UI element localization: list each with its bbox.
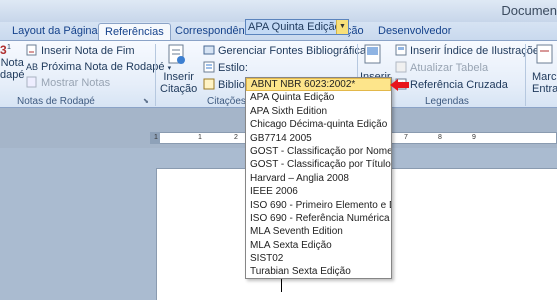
show-notes-label: Mostrar Notas <box>41 77 111 89</box>
update-table-label: Atualizar Tabela <box>410 62 489 74</box>
footnote-icon: 3 1 <box>0 43 11 57</box>
ruler-number: 1 <box>198 134 202 141</box>
ruler-number: 7 <box>404 134 408 141</box>
style-select[interactable]: APA Quinta Edição ▼ <box>245 19 349 35</box>
ruler-number: 1 <box>154 134 158 141</box>
insert-citation-line1: Inserir <box>163 71 194 83</box>
manage-sources-icon <box>203 45 215 55</box>
bibliography-icon <box>203 78 215 90</box>
bibliography-button[interactable]: Bibliog <box>203 77 251 93</box>
dialog-launcher-icon[interactable]: ⬊ <box>143 97 149 105</box>
mark-entry-icon <box>536 44 553 64</box>
style-label: Estilo: <box>218 62 248 74</box>
group-separator <box>155 44 156 106</box>
mark-entry-line2: Entrad <box>532 83 557 95</box>
style-option-mla-7[interactable]: MLA Seventh Edition <box>246 225 391 238</box>
insert-citation-line2: Citação <box>160 83 198 95</box>
svg-text:1: 1 <box>7 44 11 51</box>
cross-reference-label: Referência Cruzada <box>410 79 508 91</box>
chevron-down-icon[interactable]: ▼ <box>336 20 348 34</box>
style-option-chicago[interactable]: Chicago Décima-quinta Edição <box>246 118 391 131</box>
svg-text:AB: AB <box>26 62 38 72</box>
style-option-mla-6[interactable]: MLA Sexta Edição <box>246 239 391 252</box>
style-option-sist02[interactable]: SIST02 <box>246 252 391 265</box>
insert-table-of-figures-button[interactable]: Inserir Índice de Ilustrações <box>395 43 545 59</box>
style-option-iso690-numeric[interactable]: ISO 690 - Referência Numérica <box>246 212 391 225</box>
mark-entry-button[interactable]: Marca Entrad <box>532 44 557 95</box>
next-footnote-button[interactable]: AB Próxima Nota de Rodapé ▾ <box>26 59 171 75</box>
mark-entry-line1: Marca <box>532 71 557 83</box>
table-of-figures-icon <box>395 44 407 56</box>
insert-footnote-button[interactable]: 3 1 Nota dapé <box>0 43 25 81</box>
show-notes-icon <box>26 76 37 88</box>
style-option-turabian[interactable]: Turabian Sexta Edição <box>246 265 391 278</box>
ruler-number: 8 <box>438 134 442 141</box>
cross-reference-button[interactable]: Referência Cruzada <box>395 77 508 93</box>
update-table-button[interactable]: Atualizar Tabela <box>395 60 488 76</box>
document-title: Documen <box>501 3 557 18</box>
insert-endnote-label: Inserir Nota de Fim <box>41 45 135 57</box>
manage-sources-label: Gerenciar Fontes Bibliográficas <box>218 45 372 57</box>
next-footnote-icon: AB <box>26 62 38 72</box>
citation-icon <box>168 44 185 64</box>
tab-layout[interactable]: Layout da Página <box>12 23 98 40</box>
svg-text:3: 3 <box>0 43 7 57</box>
manage-sources-button[interactable]: Gerenciar Fontes Bibliográficas <box>203 43 371 59</box>
style-option-harvard[interactable]: Harvard – Anglia 2008 <box>246 172 391 185</box>
style-option-iso690-first[interactable]: ISO 690 - Primeiro Elemento e Data <box>246 199 391 212</box>
ruler-number: 2 <box>234 134 238 141</box>
insert-citation-button[interactable]: Inserir Citação <box>160 44 198 95</box>
style-select-value: APA Quinta Edição <box>246 20 343 34</box>
show-notes-button[interactable]: Mostrar Notas <box>26 75 110 91</box>
style-dropdown-list: ABNT NBR 6023:2002* APA Quinta Edição AP… <box>245 77 392 279</box>
group-separator <box>525 44 526 106</box>
style-icon <box>203 61 215 73</box>
style-option-ieee[interactable]: IEEE 2006 <box>246 185 391 198</box>
style-option-apa-5[interactable]: APA Quinta Edição <box>246 91 391 104</box>
ruler-number: 9 <box>472 134 476 141</box>
style-option-gost-title[interactable]: GOST - Classificação por Título <box>246 158 391 171</box>
update-table-icon <box>395 61 407 73</box>
style-option-gb7714[interactable]: GB7714 2005 <box>246 132 391 145</box>
captions-group-label: Legendas <box>425 96 469 107</box>
caption-icon <box>364 44 381 64</box>
style-option-gost-name[interactable]: GOST - Classificação por Nome <box>246 145 391 158</box>
insert-endnote-button[interactable]: Inserir Nota de Fim <box>26 43 135 59</box>
style-option-abnt[interactable]: ABNT NBR 6023:2002* <box>246 78 391 92</box>
text-cursor <box>281 278 282 292</box>
endnote-icon <box>26 44 37 56</box>
tab-developer[interactable]: Desenvolvedor <box>378 23 451 40</box>
tab-references[interactable]: Referências <box>98 23 171 40</box>
footnotes-group-label: Notas de Rodapé <box>17 96 95 107</box>
style-label-row: Estilo: <box>203 60 248 76</box>
footnote-label-line1: Nota <box>0 57 24 69</box>
style-option-apa-6[interactable]: APA Sixth Edition <box>246 105 391 118</box>
footnote-label-line2: dapé <box>0 69 25 81</box>
next-footnote-label: Próxima Nota de Rodapé <box>41 61 165 73</box>
red-arrow-icon <box>390 79 409 91</box>
